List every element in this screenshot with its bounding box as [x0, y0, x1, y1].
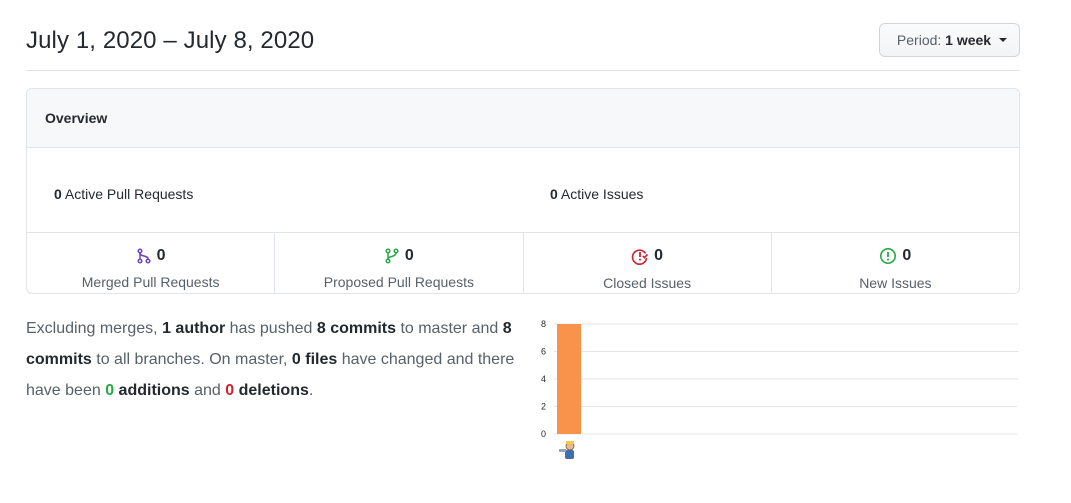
commits-by-author-chart: 0 2 4 6 8	[530, 312, 1030, 472]
overview-title: Overview	[27, 89, 1019, 148]
summary-proposed-pull-requests[interactable]: 0 Proposed Pull Requests	[275, 233, 524, 293]
summary-closed-issues[interactable]: 0 Closed Issues	[524, 233, 772, 293]
commit-text-part: and	[194, 382, 221, 399]
summary-merged-pull-requests[interactable]: 0 Merged Pull Requests	[27, 233, 276, 293]
commit-text-part: .	[308, 382, 314, 399]
period-value: 1 week	[945, 32, 992, 48]
closed-issues-label: Closed Issues	[603, 275, 692, 291]
chart-svg: 0 2 4 6 8	[541, 319, 1018, 459]
commits-master-link[interactable]: 8 commits	[317, 320, 396, 337]
active-issues-label: Active Issues	[560, 186, 644, 202]
git-branch-icon	[385, 248, 399, 264]
y-tick-label: 6	[541, 347, 546, 357]
author-avatar-icon[interactable]	[559, 441, 575, 459]
y-tick-label: 8	[541, 319, 546, 329]
commit-summary: Excluding merges, 1 author has pushed 8 …	[26, 313, 526, 406]
active-pull-requests-link[interactable]: 0 Active Pull Requests	[54, 186, 193, 202]
period-dropdown-button[interactable]: Period: 1 week	[878, 23, 1020, 57]
issue-opened-icon	[880, 248, 897, 264]
active-pull-requests-count: 0	[54, 186, 62, 202]
new-issues-label: New Issues	[859, 275, 932, 291]
merged-pull-requests-label: Merged Pull Requests	[81, 274, 220, 290]
commit-text-part: has pushed	[229, 320, 313, 337]
active-pull-requests-label: Active Pull Requests	[64, 186, 194, 202]
date-range-title: July 1, 2020 – July 8, 2020	[26, 27, 315, 54]
commit-text-part: to master and	[400, 320, 499, 337]
new-issues-count: 0	[902, 247, 912, 264]
closed-issues-count: 0	[654, 247, 664, 264]
files-count: 0 files	[291, 351, 338, 368]
merged-pull-requests-count: 0	[156, 247, 166, 264]
deletions-count: 0	[225, 382, 235, 399]
active-row: 0 Active Pull Requests 0 Active Issues	[27, 148, 1019, 233]
commit-text-part: to all branches. On master,	[96, 351, 288, 368]
contributor-insights-page: July 1, 2020 – July 8, 2020 Period: 1 we…	[0, 0, 1071, 503]
active-issues-count: 0	[550, 186, 558, 202]
bar-commits[interactable]	[557, 324, 581, 434]
issue-closed-icon	[631, 249, 649, 265]
overview-panel: Overview 0 Active Pull Requests 0 Active…	[26, 88, 1020, 294]
additions-word: additions	[118, 382, 190, 399]
proposed-pull-requests-label: Proposed Pull Requests	[323, 274, 474, 290]
summary-new-issues[interactable]: 0 New Issues	[772, 233, 1019, 293]
pulse-header: July 1, 2020 – July 8, 2020 Period: 1 we…	[26, 0, 1020, 71]
deletions-word: deletions	[238, 382, 309, 399]
y-tick-label: 0	[541, 429, 546, 439]
caret-down-icon	[999, 38, 1007, 43]
active-issues-link[interactable]: 0 Active Issues	[550, 186, 643, 202]
git-merge-icon	[137, 248, 151, 264]
authors-link[interactable]: 1 author	[162, 320, 225, 337]
summary-row: 0 Merged Pull Requests 0 Proposed Pull R…	[27, 233, 1019, 293]
proposed-pull-requests-count: 0	[404, 247, 414, 264]
y-tick-label: 4	[541, 374, 546, 384]
y-tick-label: 2	[541, 402, 546, 412]
period-label: Period:	[896, 32, 942, 48]
additions-count: 0	[105, 382, 115, 399]
commit-text-part: Excluding merges,	[26, 320, 158, 337]
